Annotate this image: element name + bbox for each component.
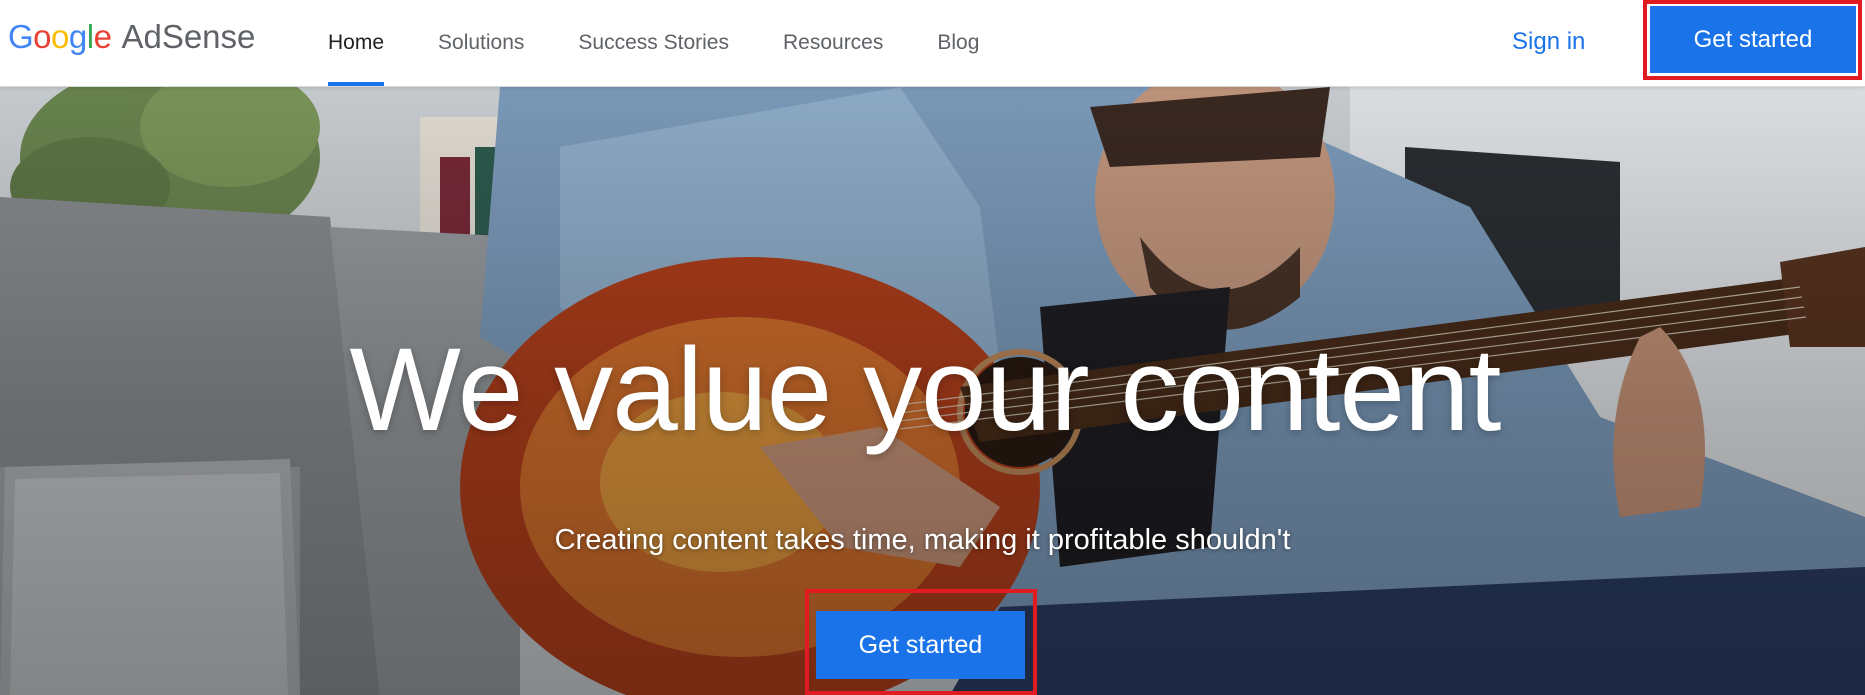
nav-item-resources[interactable]: Resources [783,0,883,86]
logo-letter-e: e [93,18,112,55]
main-nav: Home Solutions Success Stories Resources… [328,0,1033,86]
logo-letter-g1: G [8,18,34,55]
logo-letter-o1: o [33,18,52,55]
top-header: Google AdSense Home Solutions Success St… [0,0,1865,87]
sign-in-link[interactable]: Sign in [1512,22,1585,62]
logo-letter-g2: g [68,18,87,55]
logo-letter-o2: o [51,18,69,55]
google-adsense-logo[interactable]: Google AdSense [8,18,255,64]
nav-item-home[interactable]: Home [328,0,385,86]
logo-product-name: AdSense [121,18,256,55]
hero-headline: We value your content [349,324,1502,456]
header-get-started-button[interactable]: Get started [1650,6,1856,73]
hero-subheadline: Creating content takes time, making it p… [554,524,1291,556]
hero-get-started-button[interactable]: Get started [816,611,1025,679]
nav-item-success-stories[interactable]: Success Stories [578,0,729,86]
logo-letter-l: l [86,18,94,55]
nav-item-solutions[interactable]: Solutions [438,0,524,86]
hero-section: We value your content Creating content t… [0,87,1865,695]
nav-item-blog[interactable]: Blog [937,0,979,86]
